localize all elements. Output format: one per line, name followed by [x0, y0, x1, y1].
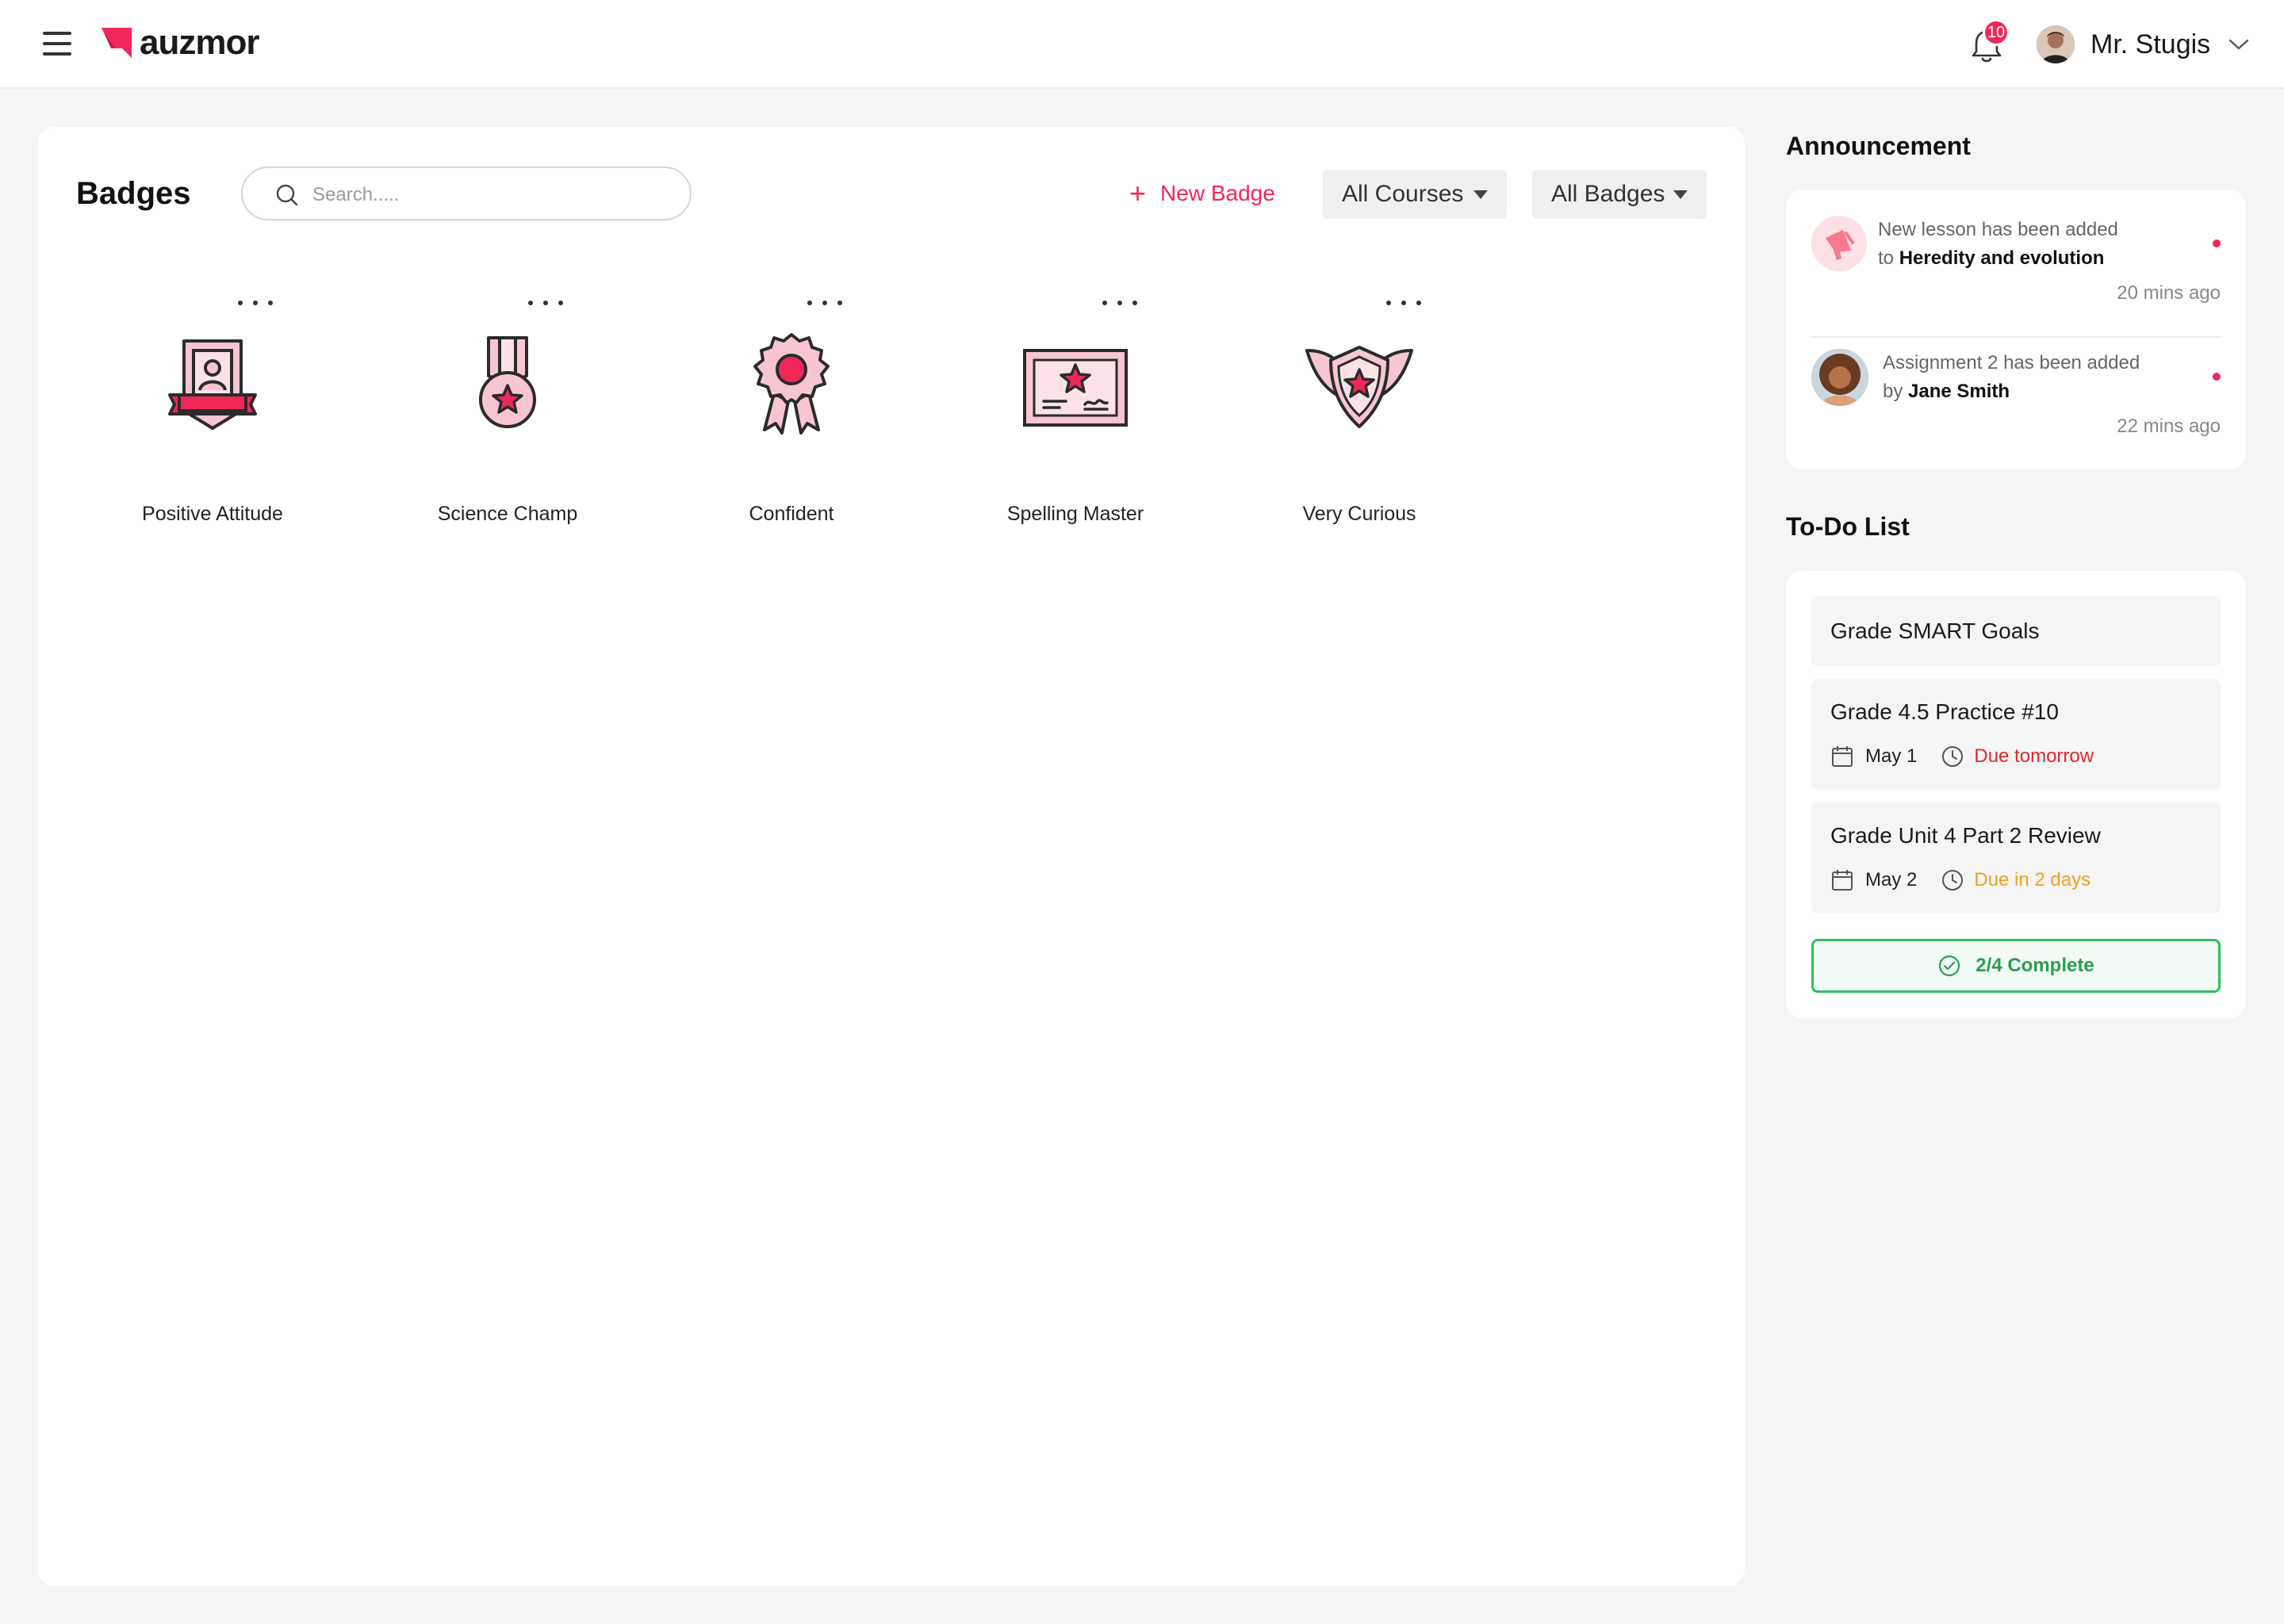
announcement-text: New lesson has been added — [1878, 219, 2118, 240]
more-options-icon[interactable] — [528, 293, 563, 312]
announcement-prefix: to — [1878, 247, 1895, 269]
top-bar: auzmor 10 Mr. Stugis — [0, 0, 2284, 89]
new-badge-label: New Badge — [1160, 181, 1275, 205]
more-options-icon[interactable] — [1386, 293, 1421, 312]
todo-date: May 1 — [1865, 745, 1918, 767]
user-menu[interactable]: Mr. Stugis — [2037, 22, 2250, 67]
medal-star-icon — [479, 336, 536, 428]
user-avatar — [2037, 25, 2075, 63]
plus-icon: + — [1129, 177, 1147, 209]
todo-item[interactable]: Grade SMART Goals — [1811, 596, 2221, 666]
calendar-icon — [1832, 870, 1853, 891]
badge-label: Spelling Master — [1006, 503, 1144, 525]
todo-panel: Grade SMART Goals Grade 4.5 Practice #10… — [1786, 571, 2246, 1018]
announcement-item[interactable]: New lesson has been added to Heredity an… — [1811, 216, 2221, 338]
more-options-icon[interactable] — [238, 293, 273, 312]
badge-label: Positive Attitude — [142, 503, 283, 525]
announcement-prefix: by — [1883, 381, 1903, 402]
brand-name: auzmor — [140, 23, 259, 62]
todo-due: Due in 2 days — [1974, 869, 2091, 891]
announcement-subtext: by Jane Smith — [1883, 381, 2010, 403]
caret-down-icon — [1673, 190, 1688, 199]
badge-card[interactable]: Spelling Master — [956, 293, 1194, 525]
todo-item[interactable]: Grade 4.5 Practice #10 May 1 Due tomorro… — [1811, 679, 2221, 790]
todo-meta: May 1 Due tomorrow — [1830, 742, 2094, 771]
todo-item[interactable]: Grade Unit 4 Part 2 Review May 2 Due in … — [1811, 802, 2221, 914]
todo-meta: May 2 Due in 2 days — [1830, 866, 2090, 894]
todo-name: Grade SMART Goals — [1830, 619, 2040, 643]
announcement-author[interactable]: Jane Smith — [1908, 381, 2010, 402]
winged-shield-icon — [1305, 346, 1413, 428]
rosette-icon — [753, 333, 830, 435]
announcement-time: 20 mins ago — [2117, 282, 2221, 304]
badges-filter-value: All Badges — [1551, 181, 1665, 207]
badges-panel: Badges + New Badge All Courses All Badge… — [38, 127, 1745, 1586]
page-title: Badges — [76, 176, 191, 211]
todo-date: May 2 — [1865, 869, 1918, 891]
search-icon — [276, 184, 298, 206]
more-options-icon[interactable] — [807, 293, 842, 312]
more-options-icon[interactable] — [1102, 293, 1137, 312]
todo-title: To-Do List — [1786, 512, 1910, 541]
announcement-subtext: to Heredity and evolution — [1878, 247, 2104, 270]
announcement-subject[interactable]: Heredity and evolution — [1899, 247, 2105, 269]
completion-status-button[interactable]: 2/4 Complete — [1811, 939, 2221, 993]
badge-label: Very Curious — [1302, 503, 1416, 525]
calendar-icon — [1832, 746, 1853, 767]
new-badge-button[interactable]: + New Badge — [1129, 171, 1275, 216]
user-name: Mr. Stugis — [2090, 29, 2211, 59]
menu-icon[interactable] — [43, 32, 71, 56]
clock-icon — [1942, 870, 1964, 891]
clock-icon — [1942, 746, 1964, 767]
avatar — [1811, 349, 1868, 406]
unread-dot — [2213, 239, 2221, 247]
check-circle-icon — [1939, 955, 1960, 977]
badge-card[interactable]: Very Curious — [1240, 293, 1478, 525]
search-box[interactable] — [241, 167, 692, 220]
courses-filter-dropdown[interactable]: All Courses — [1323, 170, 1507, 219]
announcement-item[interactable]: Assignment 2 has been added by Jane Smit… — [1811, 349, 2221, 452]
courses-filter-value: All Courses — [1342, 181, 1464, 207]
announcement-time: 22 mins ago — [2117, 416, 2221, 437]
megaphone-icon — [1811, 216, 1867, 271]
badges-filter-dropdown[interactable]: All Badges — [1532, 170, 1707, 219]
diploma-star-icon — [1023, 349, 1128, 427]
announcement-panel: New lesson has been added to Heredity an… — [1786, 190, 2246, 469]
completion-label: 2/4 Complete — [1976, 955, 2094, 976]
badge-label: Science Champ — [437, 503, 578, 525]
todo-name: Grade 4.5 Practice #10 — [1830, 699, 2059, 724]
brand-logo[interactable]: auzmor — [100, 23, 259, 62]
unread-dot — [2213, 373, 2221, 381]
badge-card[interactable]: Positive Attitude — [94, 293, 331, 525]
todo-due: Due tomorrow — [1974, 745, 2094, 767]
certificate-person-icon — [168, 339, 257, 430]
chevron-down-icon[interactable] — [2228, 37, 2250, 52]
announcement-text: Assignment 2 has been added — [1883, 352, 2140, 373]
todo-name: Grade Unit 4 Part 2 Review — [1830, 823, 2101, 848]
announcement-title: Announcement — [1786, 132, 1971, 160]
badge-card[interactable]: Science Champ — [389, 293, 627, 525]
auzmor-logo-icon — [102, 28, 132, 58]
search-input[interactable] — [312, 178, 661, 213]
badge-label: Confident — [749, 503, 834, 525]
badge-card[interactable]: Confident — [673, 293, 910, 525]
notification-count-badge: 10 — [1983, 19, 2010, 46]
caret-down-icon — [1473, 190, 1488, 199]
